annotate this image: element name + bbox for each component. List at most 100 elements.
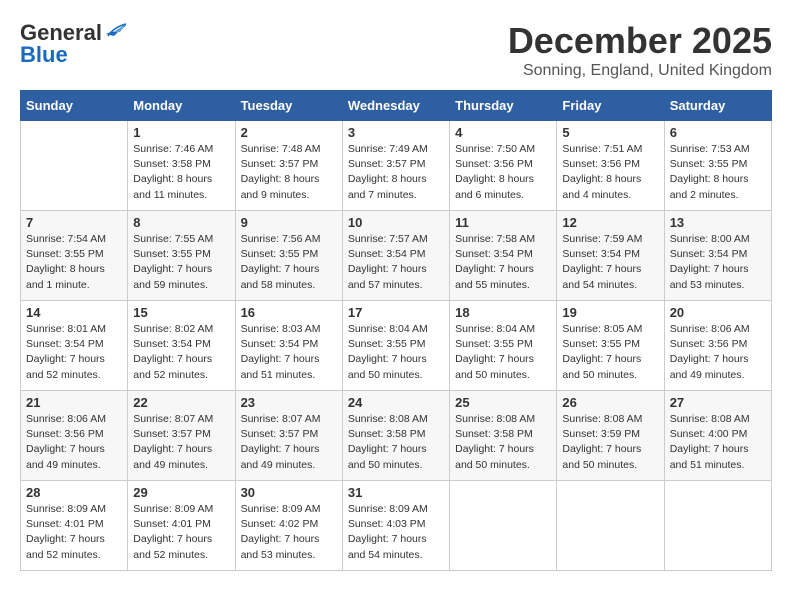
day-info: Sunrise: 8:01 AMSunset: 3:54 PMDaylight:… <box>26 322 122 383</box>
header-sunday: Sunday <box>21 91 128 121</box>
day-info: Sunrise: 7:46 AMSunset: 3:58 PMDaylight:… <box>133 142 229 203</box>
table-cell: 8 Sunrise: 7:55 AMSunset: 3:55 PMDayligh… <box>128 211 235 301</box>
day-number: 14 <box>26 305 122 320</box>
logo-text-blue: Blue <box>20 42 68 68</box>
table-cell <box>664 481 771 571</box>
day-info: Sunrise: 8:08 AMSunset: 3:59 PMDaylight:… <box>562 412 658 473</box>
day-info: Sunrise: 8:04 AMSunset: 3:55 PMDaylight:… <box>455 322 551 383</box>
table-cell: 23 Sunrise: 8:07 AMSunset: 3:57 PMDaylig… <box>235 391 342 481</box>
day-info: Sunrise: 8:09 AMSunset: 4:01 PMDaylight:… <box>26 502 122 563</box>
day-number: 11 <box>455 215 551 230</box>
day-number: 16 <box>241 305 337 320</box>
day-number: 19 <box>562 305 658 320</box>
table-cell <box>557 481 664 571</box>
day-number: 17 <box>348 305 444 320</box>
month-title: December 2025 <box>508 20 772 62</box>
table-cell: 22 Sunrise: 8:07 AMSunset: 3:57 PMDaylig… <box>128 391 235 481</box>
day-number: 18 <box>455 305 551 320</box>
day-number: 23 <box>241 395 337 410</box>
day-info: Sunrise: 7:53 AMSunset: 3:55 PMDaylight:… <box>670 142 766 203</box>
table-cell: 26 Sunrise: 8:08 AMSunset: 3:59 PMDaylig… <box>557 391 664 481</box>
week-row-5: 28 Sunrise: 8:09 AMSunset: 4:01 PMDaylig… <box>21 481 772 571</box>
day-info: Sunrise: 8:09 AMSunset: 4:01 PMDaylight:… <box>133 502 229 563</box>
day-info: Sunrise: 7:59 AMSunset: 3:54 PMDaylight:… <box>562 232 658 293</box>
day-info: Sunrise: 8:09 AMSunset: 4:02 PMDaylight:… <box>241 502 337 563</box>
table-cell: 11 Sunrise: 7:58 AMSunset: 3:54 PMDaylig… <box>450 211 557 301</box>
day-info: Sunrise: 7:55 AMSunset: 3:55 PMDaylight:… <box>133 232 229 293</box>
day-number: 25 <box>455 395 551 410</box>
header-wednesday: Wednesday <box>342 91 449 121</box>
day-number: 12 <box>562 215 658 230</box>
day-number: 13 <box>670 215 766 230</box>
table-cell: 17 Sunrise: 8:04 AMSunset: 3:55 PMDaylig… <box>342 301 449 391</box>
day-number: 30 <box>241 485 337 500</box>
day-number: 21 <box>26 395 122 410</box>
day-number: 26 <box>562 395 658 410</box>
day-number: 27 <box>670 395 766 410</box>
table-cell: 25 Sunrise: 8:08 AMSunset: 3:58 PMDaylig… <box>450 391 557 481</box>
day-info: Sunrise: 8:08 AMSunset: 3:58 PMDaylight:… <box>348 412 444 473</box>
day-info: Sunrise: 7:57 AMSunset: 3:54 PMDaylight:… <box>348 232 444 293</box>
day-info: Sunrise: 8:02 AMSunset: 3:54 PMDaylight:… <box>133 322 229 383</box>
table-cell: 21 Sunrise: 8:06 AMSunset: 3:56 PMDaylig… <box>21 391 128 481</box>
header-saturday: Saturday <box>664 91 771 121</box>
day-number: 6 <box>670 125 766 140</box>
header-tuesday: Tuesday <box>235 91 342 121</box>
day-number: 2 <box>241 125 337 140</box>
table-cell: 28 Sunrise: 8:09 AMSunset: 4:01 PMDaylig… <box>21 481 128 571</box>
title-block: December 2025 Sonning, England, United K… <box>508 20 772 80</box>
table-cell: 30 Sunrise: 8:09 AMSunset: 4:02 PMDaylig… <box>235 481 342 571</box>
table-cell: 16 Sunrise: 8:03 AMSunset: 3:54 PMDaylig… <box>235 301 342 391</box>
day-info: Sunrise: 8:03 AMSunset: 3:54 PMDaylight:… <box>241 322 337 383</box>
table-cell: 5 Sunrise: 7:51 AMSunset: 3:56 PMDayligh… <box>557 121 664 211</box>
day-info: Sunrise: 7:58 AMSunset: 3:54 PMDaylight:… <box>455 232 551 293</box>
day-number: 9 <box>241 215 337 230</box>
header-monday: Monday <box>128 91 235 121</box>
table-cell: 9 Sunrise: 7:56 AMSunset: 3:55 PMDayligh… <box>235 211 342 301</box>
table-cell: 31 Sunrise: 8:09 AMSunset: 4:03 PMDaylig… <box>342 481 449 571</box>
header-thursday: Thursday <box>450 91 557 121</box>
day-info: Sunrise: 8:06 AMSunset: 3:56 PMDaylight:… <box>670 322 766 383</box>
table-cell: 14 Sunrise: 8:01 AMSunset: 3:54 PMDaylig… <box>21 301 128 391</box>
day-info: Sunrise: 8:00 AMSunset: 3:54 PMDaylight:… <box>670 232 766 293</box>
table-cell: 6 Sunrise: 7:53 AMSunset: 3:55 PMDayligh… <box>664 121 771 211</box>
week-row-3: 14 Sunrise: 8:01 AMSunset: 3:54 PMDaylig… <box>21 301 772 391</box>
day-info: Sunrise: 8:07 AMSunset: 3:57 PMDaylight:… <box>133 412 229 473</box>
day-number: 10 <box>348 215 444 230</box>
day-info: Sunrise: 7:50 AMSunset: 3:56 PMDaylight:… <box>455 142 551 203</box>
table-cell: 19 Sunrise: 8:05 AMSunset: 3:55 PMDaylig… <box>557 301 664 391</box>
location: Sonning, England, United Kingdom <box>508 62 772 80</box>
week-row-4: 21 Sunrise: 8:06 AMSunset: 3:56 PMDaylig… <box>21 391 772 481</box>
page-header: General Blue December 2025 Sonning, Engl… <box>20 20 772 80</box>
table-cell <box>21 121 128 211</box>
table-cell: 1 Sunrise: 7:46 AMSunset: 3:58 PMDayligh… <box>128 121 235 211</box>
day-number: 4 <box>455 125 551 140</box>
day-info: Sunrise: 8:08 AMSunset: 4:00 PMDaylight:… <box>670 412 766 473</box>
table-cell: 10 Sunrise: 7:57 AMSunset: 3:54 PMDaylig… <box>342 211 449 301</box>
weekday-header-row: SundayMondayTuesdayWednesdayThursdayFrid… <box>21 91 772 121</box>
day-number: 29 <box>133 485 229 500</box>
day-info: Sunrise: 8:05 AMSunset: 3:55 PMDaylight:… <box>562 322 658 383</box>
day-info: Sunrise: 8:08 AMSunset: 3:58 PMDaylight:… <box>455 412 551 473</box>
day-info: Sunrise: 8:04 AMSunset: 3:55 PMDaylight:… <box>348 322 444 383</box>
day-number: 15 <box>133 305 229 320</box>
week-row-1: 1 Sunrise: 7:46 AMSunset: 3:58 PMDayligh… <box>21 121 772 211</box>
day-number: 1 <box>133 125 229 140</box>
table-cell: 13 Sunrise: 8:00 AMSunset: 3:54 PMDaylig… <box>664 211 771 301</box>
calendar-table: SundayMondayTuesdayWednesdayThursdayFrid… <box>20 90 772 571</box>
day-number: 24 <box>348 395 444 410</box>
day-info: Sunrise: 8:07 AMSunset: 3:57 PMDaylight:… <box>241 412 337 473</box>
day-number: 22 <box>133 395 229 410</box>
day-number: 8 <box>133 215 229 230</box>
day-number: 28 <box>26 485 122 500</box>
day-info: Sunrise: 7:49 AMSunset: 3:57 PMDaylight:… <box>348 142 444 203</box>
table-cell: 12 Sunrise: 7:59 AMSunset: 3:54 PMDaylig… <box>557 211 664 301</box>
table-cell: 3 Sunrise: 7:49 AMSunset: 3:57 PMDayligh… <box>342 121 449 211</box>
table-cell: 7 Sunrise: 7:54 AMSunset: 3:55 PMDayligh… <box>21 211 128 301</box>
day-number: 3 <box>348 125 444 140</box>
table-cell: 4 Sunrise: 7:50 AMSunset: 3:56 PMDayligh… <box>450 121 557 211</box>
table-cell <box>450 481 557 571</box>
day-info: Sunrise: 8:06 AMSunset: 3:56 PMDaylight:… <box>26 412 122 473</box>
day-info: Sunrise: 7:51 AMSunset: 3:56 PMDaylight:… <box>562 142 658 203</box>
table-cell: 29 Sunrise: 8:09 AMSunset: 4:01 PMDaylig… <box>128 481 235 571</box>
